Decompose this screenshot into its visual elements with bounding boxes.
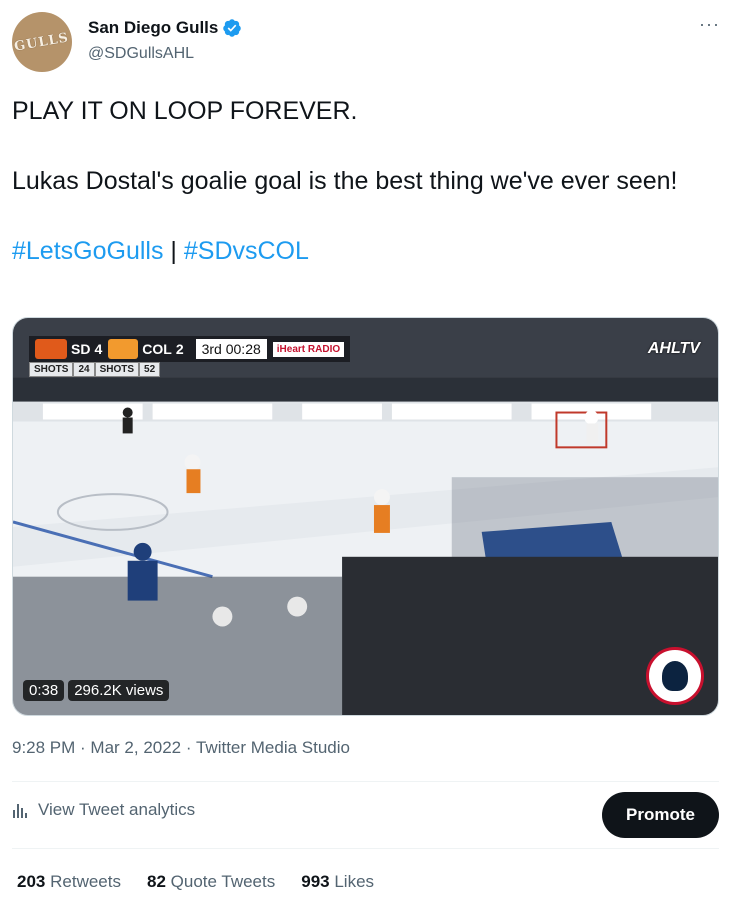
- hashtag-link[interactable]: #LetsGoGulls: [12, 237, 163, 265]
- ahl-logo-icon: [646, 647, 704, 705]
- tweet-time[interactable]: 9:28 PM: [12, 738, 75, 757]
- analytics-icon: [13, 804, 27, 818]
- divider: [12, 848, 719, 849]
- retweets-label: Retweets: [50, 872, 121, 891]
- meta-separator: ·: [75, 738, 91, 757]
- quotes-count: 82: [146, 872, 166, 891]
- shots-bar: SHOTS 24 SHOTS 52: [29, 362, 161, 377]
- shots-away: 52: [139, 362, 161, 377]
- promote-button[interactable]: Promote: [602, 792, 719, 838]
- video-views: 296.2K views: [68, 680, 170, 701]
- tweet-analytics-link[interactable]: View Tweet analytics: [12, 800, 195, 820]
- tweet-line-1: PLAY IT ON LOOP FOREVER.: [12, 97, 358, 125]
- tweet-line-2: Lukas Dostal's goalie goal is the best t…: [12, 167, 678, 195]
- home-team-abbr: SD: [71, 341, 91, 357]
- likes-stat[interactable]: 993 Likes: [301, 872, 374, 892]
- eagles-logo-icon: [108, 339, 139, 359]
- retweets-stat[interactable]: 203 Retweets: [17, 872, 121, 892]
- quotes-stat[interactable]: 82 Quote Tweets: [147, 872, 275, 892]
- tweet-timestamp: 9:28 PM · Mar 2, 2022 · Twitter Media St…: [12, 738, 350, 758]
- away-score: 2: [175, 341, 184, 357]
- divider: [12, 781, 719, 782]
- gulls-logo-icon: [35, 339, 67, 359]
- home-team: SD 4: [35, 339, 102, 359]
- author-handle[interactable]: @SDGullsAHL: [88, 45, 194, 63]
- away-team-abbr: COL: [142, 341, 172, 357]
- away-team: COL 2: [108, 339, 184, 359]
- more-options-icon[interactable]: ···: [699, 14, 720, 35]
- author-display-name[interactable]: San Diego Gulls: [88, 18, 218, 38]
- scoreboard: SD 4 COL 2 3rd 00:28 iHeart RADIO: [29, 336, 351, 362]
- tweet-stats: 203 Retweets 82 Quote Tweets 993 Likes: [17, 872, 374, 892]
- shots-home: 24: [73, 362, 95, 377]
- shots-label-away: SHOTS: [94, 362, 140, 377]
- video-player[interactable]: SD 4 COL 2 3rd 00:28 iHeart RADIO SHOTS …: [12, 317, 719, 716]
- shots-label-home: SHOTS: [29, 362, 74, 377]
- home-score: 4: [94, 341, 103, 357]
- tweet-hashtags: #LetsGoGulls | #SDvsCOL: [12, 234, 724, 269]
- meta-separator: ·: [181, 738, 196, 757]
- tweet-body: PLAY IT ON LOOP FOREVER. Lukas Dostal's …: [12, 94, 724, 269]
- retweets-count: 203: [17, 872, 46, 891]
- period-clock: 3rd 00:28: [195, 339, 267, 359]
- ahltv-logo: AHLTV: [647, 340, 700, 357]
- analytics-label[interactable]: View Tweet analytics: [38, 800, 195, 820]
- hashtag-link[interactable]: #SDvsCOL: [184, 237, 309, 265]
- author-name-row: San Diego Gulls: [88, 18, 242, 38]
- tweet-date[interactable]: Mar 2, 2022: [90, 738, 181, 757]
- video-duration: 0:38: [23, 680, 65, 701]
- quotes-label: Quote Tweets: [170, 872, 276, 891]
- tweet-source[interactable]: Twitter Media Studio: [196, 738, 350, 757]
- iheart-radio-icon: iHeart RADIO: [272, 341, 345, 357]
- likes-label: Likes: [334, 872, 375, 891]
- tweet-header: GULLS San Diego Gulls @SDGullsAHL ···: [12, 12, 724, 74]
- verified-badge-icon: [223, 19, 242, 37]
- video-frame: [13, 318, 718, 715]
- likes-count: 993: [301, 872, 330, 891]
- avatar[interactable]: GULLS: [12, 12, 72, 72]
- video-meta: 0:38 296.2K views: [23, 680, 170, 701]
- avatar-logo-text: GULLS: [13, 29, 71, 55]
- hashtag-separator: |: [163, 237, 184, 265]
